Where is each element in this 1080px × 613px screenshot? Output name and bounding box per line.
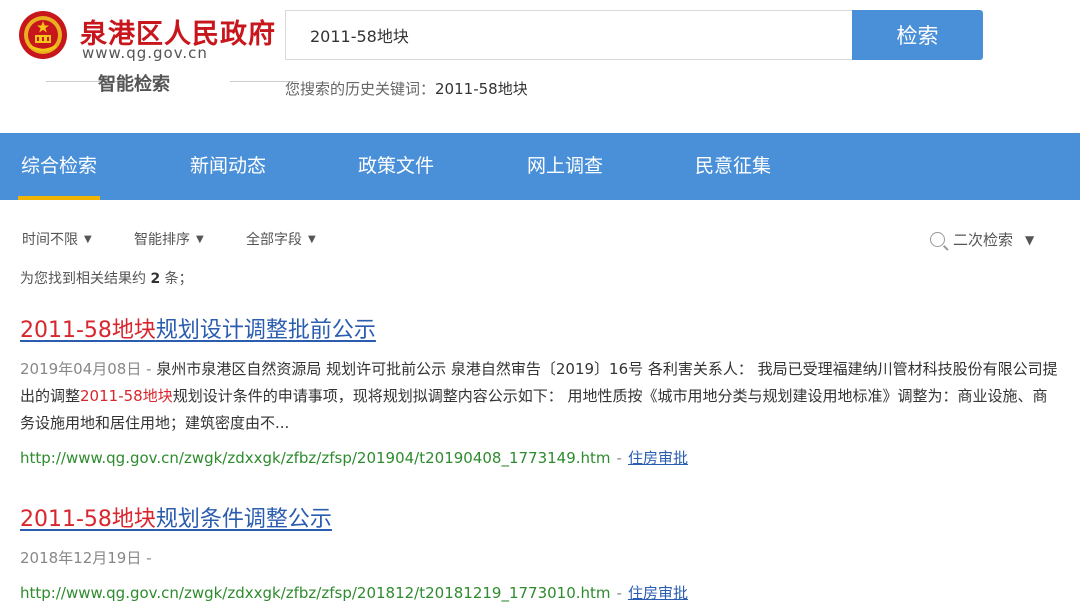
result-date: 2018年12月19日 - [20,549,152,567]
result-snippet: 2019年04月08日 - 泉州市泉港区自然资源局 规划许可批前公示 泉港自然审… [20,356,1060,437]
search-input[interactable] [286,11,852,59]
tab-comprehensive-search[interactable]: 综合检索 [18,133,100,200]
time-filter-label: 时间不限 [22,232,78,248]
secondary-search-label: 二次检索 [953,231,1014,249]
tab-policy-documents[interactable]: 政策文件 [355,133,437,200]
result-date: 2019年04月08日 - [20,360,152,378]
caret-down-icon: ▼ [84,234,92,245]
result-title-highlight: 2011-58地块 [20,318,156,343]
separator: - [616,584,622,602]
caret-down-icon: ▼ [308,234,316,245]
caret-down-icon: ▼ [1025,233,1035,247]
snippet-highlight: 2011-58地块 [80,387,173,405]
result-snippet: 2018年12月19日 - [20,545,1060,572]
result-meta: http://www.qg.gov.cn/zwgk/zdxxgk/zfbz/zf… [20,447,1060,469]
search-result: 2011-58地块规划条件调整公示 2018年12月19日 - http://w… [20,505,1060,604]
result-title-link[interactable]: 2011-58地块规划条件调整公示 [20,505,1060,535]
sort-filter[interactable]: 智能排序 ▼ [134,229,204,249]
result-meta: http://www.qg.gov.cn/zwgk/zdxxgk/zfbz/zf… [20,582,1060,604]
caret-down-icon: ▼ [196,234,204,245]
history-keyword[interactable]: 2011-58地块 [435,80,528,98]
time-filter[interactable]: 时间不限 ▼ [22,229,92,249]
result-category-link[interactable]: 住房审批 [628,449,688,467]
secondary-search-toggle[interactable]: 二次检索 ▼ [930,229,1034,250]
search-history: 您搜索的历史关键词：2011-58地块 [285,78,528,99]
search-label-block: 智能检索 [40,70,298,95]
nav-bar: 综合检索 新闻动态 政策文件 网上调查 民意征集 [0,133,1080,200]
site-url: www.qg.gov.cn [82,44,208,62]
field-filter-label: 全部字段 [246,232,302,248]
national-emblem-icon[interactable] [18,10,68,60]
result-count-number: 2 [150,271,161,287]
separator: - [616,449,622,467]
result-title-highlight: 2011-58地块 [20,507,156,532]
tab-news[interactable]: 新闻动态 [187,133,269,200]
sort-filter-label: 智能排序 [134,232,190,248]
result-title-text: 规划条件调整公示 [155,507,332,532]
history-prefix: 您搜索的历史关键词： [285,80,436,98]
result-url[interactable]: http://www.qg.gov.cn/zwgk/zdxxgk/zfbz/zf… [20,584,611,602]
search-button[interactable]: 检索 [852,10,983,60]
result-title-link[interactable]: 2011-58地块规划设计调整批前公示 [20,316,1060,346]
result-count: 为您找到相关结果约 2 条； [20,268,193,288]
result-category-link[interactable]: 住房审批 [628,584,688,602]
search-result: 2011-58地块规划设计调整批前公示 2019年04月08日 - 泉州市泉港区… [20,316,1060,469]
tab-public-opinion[interactable]: 民意征集 [692,133,774,200]
result-url[interactable]: http://www.qg.gov.cn/zwgk/zdxxgk/zfbz/zf… [20,449,611,467]
field-filter[interactable]: 全部字段 ▼ [246,229,316,249]
result-count-suffix: 条； [164,271,193,287]
search-icon [930,232,945,247]
snippet-text: 规划设计条件的申请事项，现将规划拟调整内容公示如下： 用地性质按《城市用地分类与… [20,387,1048,432]
tab-online-survey[interactable]: 网上调查 [524,133,606,200]
search-label: 智能检索 [98,74,170,95]
filter-bar: 时间不限 ▼ 智能排序 ▼ 全部字段 ▼ 二次检索 ▼ [0,225,1080,255]
search-box[interactable] [285,10,852,60]
header: 泉港区人民政府 www.qg.gov.cn 智能检索 检索 您搜索的历史关键词：… [0,0,1080,133]
result-count-prefix: 为您找到相关结果约 [20,271,146,287]
result-title-text: 规划设计调整批前公示 [155,318,376,343]
